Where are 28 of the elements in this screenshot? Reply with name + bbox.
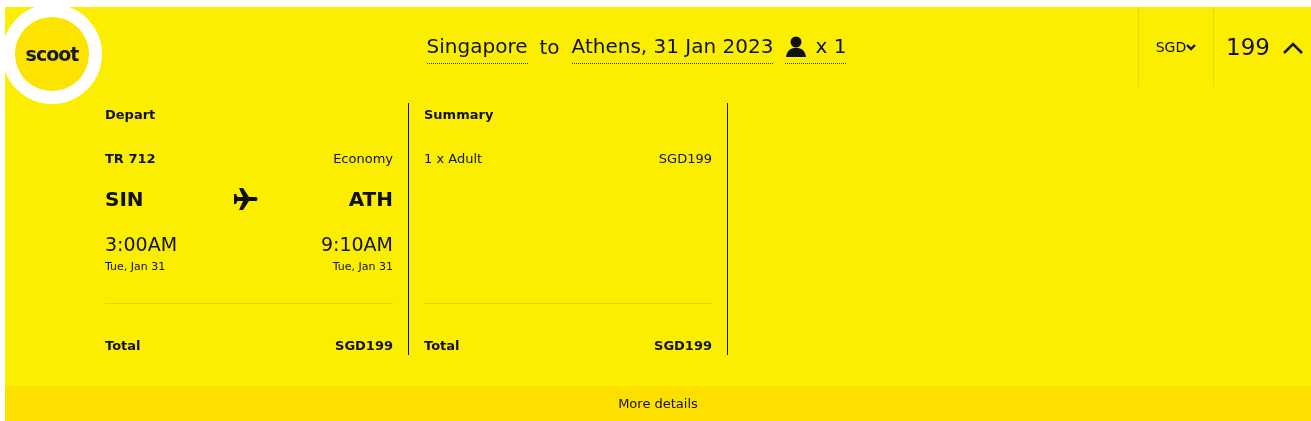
total-amount: SGD199 <box>335 336 393 355</box>
section-title: Depart <box>105 106 157 124</box>
connector-text: to <box>539 34 560 61</box>
destination-code: ATH <box>348 186 393 213</box>
section-title: Summary <box>424 106 495 124</box>
currency-dropdown[interactable]: SGD <box>1155 36 1197 58</box>
origin-code: SIN <box>105 186 144 213</box>
logo[interactable]: scoot <box>15 17 89 91</box>
collapse-icon <box>1281 40 1304 56</box>
fare-line-label: 1 x Adult <box>424 149 483 168</box>
plane-icon <box>234 188 259 210</box>
fare-line-amount: SGD199 <box>658 149 712 168</box>
destination-date-field[interactable]: Athens, 31 Jan 2023 <box>571 30 774 64</box>
origin-field[interactable]: Singapore <box>426 30 528 64</box>
total-label: Total <box>424 336 460 355</box>
more-details-link[interactable]: More details <box>618 393 698 414</box>
person-icon <box>785 34 808 57</box>
caret-icon <box>1186 43 1197 51</box>
flight-number: TR 712 <box>105 149 156 168</box>
total-amount: SGD199 <box>654 336 712 355</box>
cabin-class: Economy <box>333 149 393 168</box>
departure-time: 3:00AM <box>105 232 178 257</box>
passenger-selector[interactable]: x 1 <box>785 30 847 64</box>
price-total: 199 <box>1226 32 1270 62</box>
departure-date: Tue, Jan 31 <box>105 258 166 275</box>
total-label: Total <box>105 336 141 355</box>
arrival-time: 9:10AM <box>320 232 393 257</box>
arrival-date: Tue, Jan 31 <box>332 258 393 275</box>
